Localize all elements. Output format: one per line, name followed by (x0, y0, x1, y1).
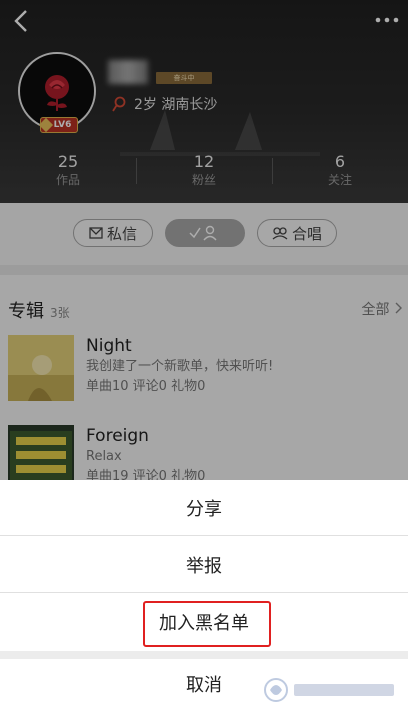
watermark-logo (264, 678, 394, 702)
add-to-blacklist-option[interactable]: 加入黑名单 (0, 594, 408, 650)
share-option[interactable]: 分享 (0, 480, 408, 536)
sheet-separator (0, 651, 408, 659)
report-option[interactable]: 举报 (0, 537, 408, 593)
